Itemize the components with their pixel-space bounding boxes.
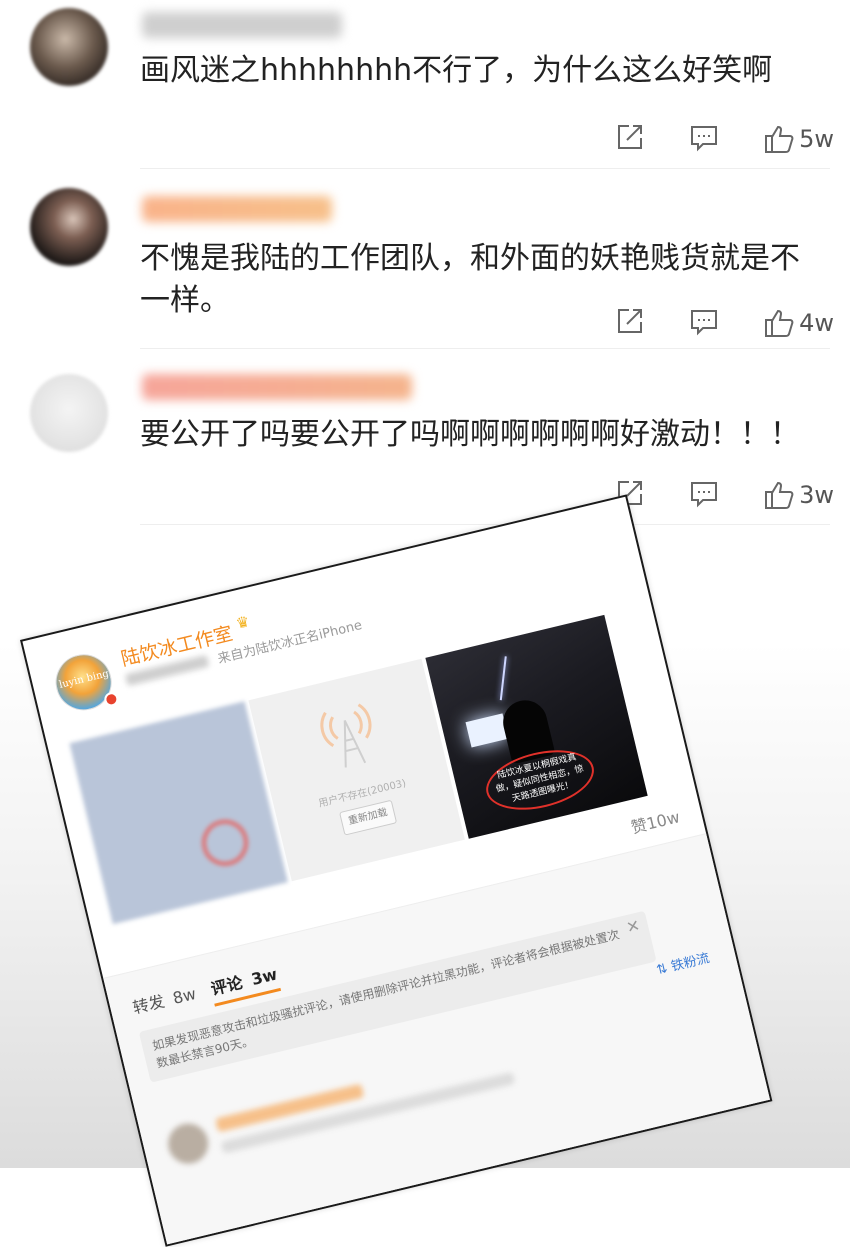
divider — [140, 524, 830, 525]
comment-item: 不愧是我陆的工作团队，和外面的妖艳贱货就是不一样。 4w — [0, 170, 850, 350]
comment-icon[interactable] — [689, 306, 719, 340]
reload-button[interactable]: 重新加载 — [339, 799, 398, 836]
avatar[interactable] — [30, 8, 108, 86]
verified-badge-icon — [102, 690, 120, 708]
thumbs-up-icon — [765, 309, 794, 337]
avatar[interactable] — [30, 188, 108, 266]
photo-caption: 陆饮冰夏以桐假戏真做，疑似同性相恋，惊天路透图曝光！ — [480, 740, 600, 820]
fan-sort-button[interactable]: ⇅ 铁粉流 — [654, 947, 711, 978]
comment-text: 要公开了吗要公开了吗啊啊啊啊啊啊好激动！！！ — [140, 417, 800, 452]
post-image-3[interactable]: 陆饮冰夏以桐假戏真做，疑似同性相恋，惊天路透图曝光！ — [425, 614, 648, 839]
avatar[interactable] — [30, 374, 108, 452]
tab-repost-label: 转发 — [130, 991, 167, 1018]
repost-icon[interactable] — [615, 306, 645, 340]
comment-text: 画风迷之hhhhhhhh不行了，为什么这么好笑啊 — [140, 53, 773, 88]
repost-icon[interactable] — [615, 122, 645, 156]
post-image-1[interactable] — [69, 701, 288, 925]
like-count: 5w — [799, 125, 834, 153]
thumbs-up-icon — [765, 481, 794, 509]
tab-comment-label: 评论 — [209, 972, 245, 999]
like-count: 3w — [799, 481, 834, 509]
divider — [140, 348, 830, 349]
avatar-text: luyin bing — [58, 668, 110, 691]
comment-icon[interactable] — [689, 478, 719, 512]
weibo-post-card: luyin bing 陆饮冰工作室 ♛ 来自为陆饮冰正名iPhone 用户不存在… — [20, 494, 773, 1247]
username-blurred[interactable] — [142, 12, 342, 38]
thumbs-up-icon — [765, 125, 794, 153]
comment-item: 要公开了吗要公开了吗啊啊啊啊啊啊好激动！！！ 3w — [0, 350, 850, 530]
signal-tower-icon — [320, 703, 372, 768]
like-button[interactable]: 3w — [763, 480, 834, 510]
tab-comment-count: 3w — [249, 964, 280, 990]
username-blurred[interactable] — [142, 196, 332, 222]
comment-actions: 4w — [615, 306, 834, 340]
tab-repost-count: 8w — [170, 984, 198, 1008]
comment-actions: 5w — [615, 122, 834, 156]
post-avatar[interactable]: luyin bing — [49, 648, 118, 717]
tab-repost[interactable]: 转发 8w — [130, 980, 198, 1018]
divider — [140, 168, 830, 169]
like-button[interactable]: 4w — [763, 308, 834, 338]
crown-icon: ♛ — [234, 612, 252, 633]
post-likes[interactable]: 赞10w — [628, 803, 682, 838]
like-count: 4w — [799, 309, 834, 337]
comment-icon[interactable] — [689, 122, 719, 156]
username-blurred[interactable] — [142, 374, 412, 400]
post-image-2-error[interactable]: 用户不存在(20003) 重新加载 — [248, 658, 465, 882]
close-icon[interactable]: ✕ — [624, 915, 641, 937]
lightning-bolt — [499, 656, 507, 701]
fan-sort-label: 铁粉流 — [669, 951, 712, 975]
sort-icon: ⇅ — [655, 961, 670, 979]
comment-avatar-blurred — [164, 1119, 213, 1168]
comment-item: 画风迷之hhhhhhhh不行了，为什么这么好笑啊 5w — [0, 0, 850, 170]
laptop-glow — [465, 713, 509, 748]
comment-actions: 3w — [615, 478, 834, 512]
like-button[interactable]: 5w — [763, 124, 834, 154]
